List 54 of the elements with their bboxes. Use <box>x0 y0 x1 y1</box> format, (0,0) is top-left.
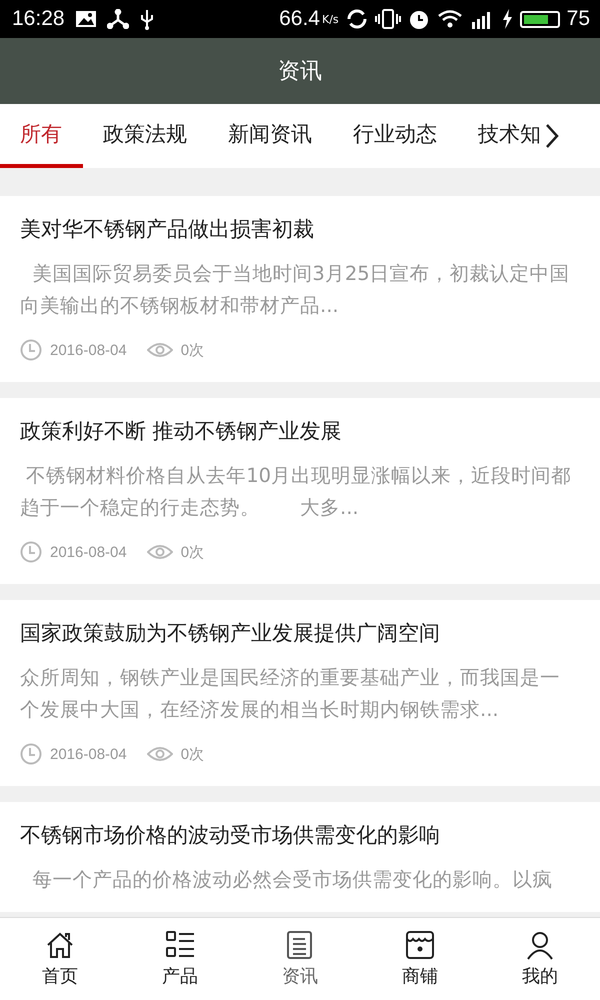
nav-tab[interactable]: 我的 <box>480 918 600 1000</box>
page-title: 资讯 <box>278 58 322 86</box>
user-icon <box>525 930 555 960</box>
article-title: 国家政策鼓励为不锈钢产业发展提供广阔空间 <box>20 620 441 647</box>
view-count: 0次 <box>180 542 204 562</box>
article-summary: 每一个产品的价格波动必然会受市场供需变化的影响。以疯 <box>31 867 554 893</box>
battery-percent: 75 <box>566 7 590 31</box>
image-icon <box>74 10 97 28</box>
nav-tab[interactable]: 资讯 <box>240 918 360 1000</box>
clock-icon <box>20 743 42 765</box>
sync-icon <box>346 8 368 30</box>
home-icon <box>45 930 75 960</box>
speed-unit: K/s <box>322 12 339 26</box>
article-title: 美对华不锈钢产品做出损害初裁 <box>20 216 315 243</box>
article-card[interactable]: 美对华不锈钢产品做出损害初裁 美国国际贸易委员会于当地时间3月25日宣布，初裁认定中国向美输出的不锈钢板材和带材产品... 2016-08-04 0次 <box>0 196 600 382</box>
news-icon <box>285 930 315 960</box>
nav-tab[interactable]: 首页 <box>0 918 120 1000</box>
article-card[interactable]: 不锈钢市场价格的波动受市场供需变化的影响 每一个产品的价格波动必然会受市场供需变化的影响。以疯 <box>0 802 600 912</box>
article-title: 政策利好不断 推动不锈钢产业发展 <box>20 418 343 445</box>
article-summary: 众所周知，钢铁产业是国民经济的重要基础产业，而我国是一个发展中大国，在经济发展的相当长时期内钢铁需求... <box>20 665 561 723</box>
wifi-icon <box>436 8 463 30</box>
article-title: 不锈钢市场价格的波动受市场供需变化的影响 <box>20 822 441 849</box>
clock-icon <box>20 339 42 361</box>
category-tab[interactable]: 技术知 <box>458 104 543 168</box>
clock-icon <box>20 541 42 563</box>
share-icon <box>106 9 129 29</box>
article-card[interactable]: 国家政策鼓励为不锈钢产业发展提供广阔空间 众所周知，钢铁产业是国民经济的重要基础产业，而我国是一个发展中大国，在经济发展的相当长时期内钢铁需求... 2016-08-04 0次 <box>0 600 600 786</box>
battery-icon <box>520 10 560 28</box>
view-count: 0次 <box>180 340 204 360</box>
usb-icon <box>138 8 155 30</box>
category-tab[interactable]: 所有 <box>0 104 83 168</box>
clock-time: 16:28 <box>12 7 65 31</box>
category-tab[interactable]: 政策法规 <box>83 104 208 168</box>
alarm-icon <box>408 8 430 30</box>
category-tab[interactable]: 行业动态 <box>333 104 458 168</box>
publish-date: 2016-08-04 <box>50 544 127 560</box>
vibrate-icon <box>374 8 401 30</box>
eye-icon <box>146 745 173 763</box>
chevron-right-icon[interactable] <box>545 123 559 149</box>
publish-date: 2016-08-04 <box>50 342 127 358</box>
publish-date: 2016-08-04 <box>50 746 127 762</box>
charging-icon <box>500 8 513 30</box>
network-speed: 66.4 <box>279 7 320 31</box>
nav-tab[interactable]: 商铺 <box>360 918 480 1000</box>
article-card[interactable]: 政策利好不断 推动不锈钢产业发展 不锈钢材料价格自从去年10月出现明显涨幅以来，近段时间都趋于一个稳定的行走态势。 大多... 2016-08-04 0次 <box>0 398 600 584</box>
eye-icon <box>146 543 173 561</box>
nav-tab[interactable]: 产品 <box>120 918 240 1000</box>
eye-icon <box>146 341 173 359</box>
view-count: 0次 <box>180 744 204 764</box>
shop-icon <box>405 930 435 960</box>
article-summary: 不锈钢材料价格自从去年10月出现明显涨幅以来，近段时间都趋于一个稳定的行走态势。 大多... <box>20 463 572 521</box>
category-tab[interactable]: 新闻资讯 <box>208 104 333 168</box>
list-icon <box>165 930 195 960</box>
article-summary: 美国国际贸易委员会于当地时间3月25日宣布，初裁认定中国向美输出的不锈钢板材和带材产品... <box>20 261 571 319</box>
